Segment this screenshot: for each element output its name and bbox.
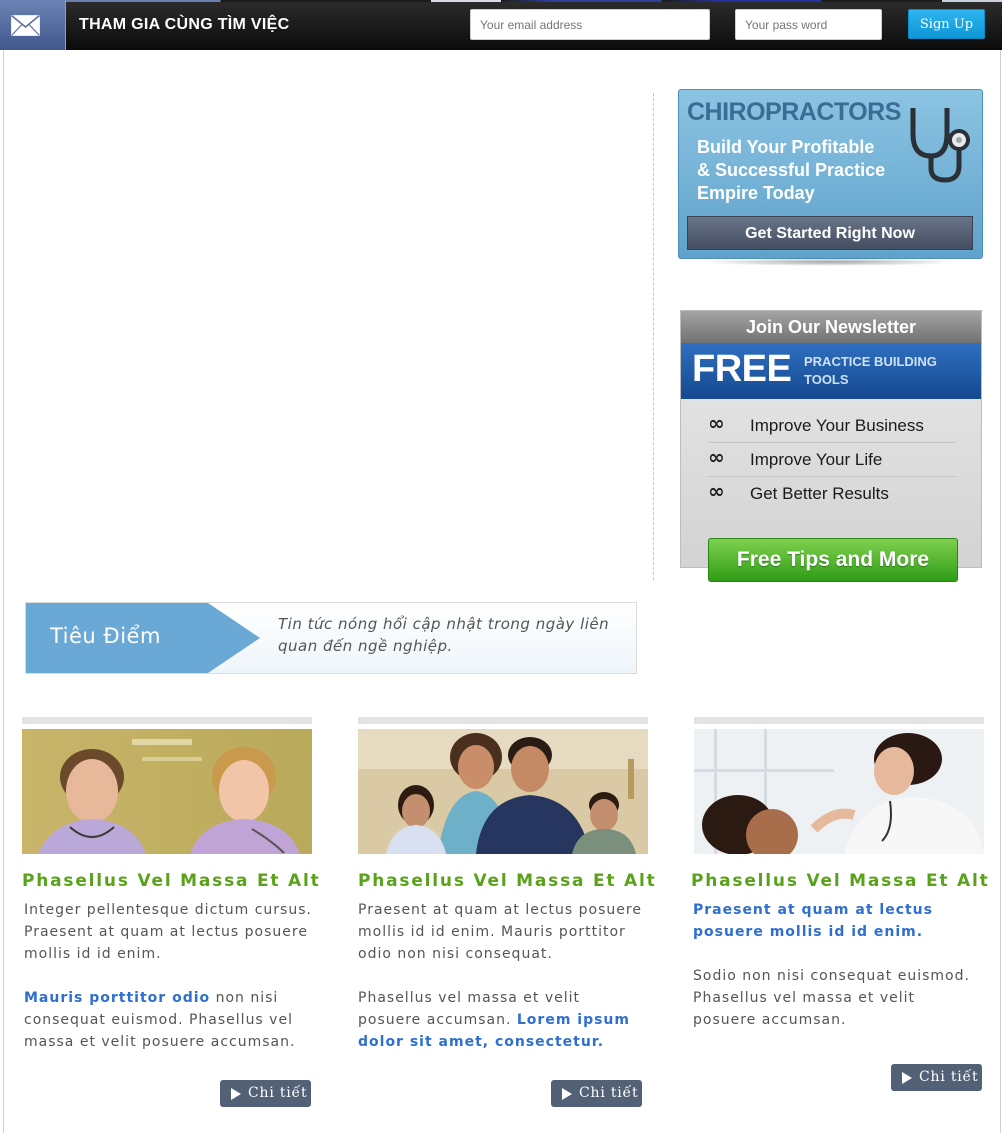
- chiropractors-ad[interactable]: CHIROPRACTORS Build Your Profitable & Su…: [678, 89, 983, 259]
- details-button-label: Chi tiết: [248, 1085, 308, 1101]
- list-item-text: Get Better Results: [750, 484, 889, 503]
- details-button[interactable]: Chi tiết: [891, 1064, 982, 1091]
- focus-title: Tiêu Điểm: [50, 624, 161, 648]
- list-item-text: Improve Your Life: [750, 450, 883, 469]
- frame-right-border: [1000, 50, 1001, 1133]
- card-text: Praesent at quam at lectus posuere molli…: [693, 899, 981, 1053]
- card-paragraph: Phasellus vel massa et velit posuere acc…: [358, 987, 646, 1053]
- site-title: THAM GIA CÙNG TÌM VIỆC: [79, 16, 290, 33]
- card-photo-doctor: [694, 729, 984, 854]
- card-title[interactable]: Phasellus Vel Massa Et Alt: [691, 871, 991, 891]
- card-text: Integer pellentesque dictum cursus. Prae…: [24, 899, 312, 1075]
- play-icon: [562, 1088, 572, 1100]
- stethoscope-icon: [910, 108, 970, 183]
- card-title[interactable]: Phasellus Vel Massa Et Alt: [358, 871, 658, 891]
- free-tools-banner: FREE PRACTICE BUILDING TOOLS: [681, 343, 981, 399]
- top-bar: THAM GIA CÙNG TÌM VIỆC Sign Up: [0, 0, 1002, 50]
- frame-left-border: [3, 50, 4, 1133]
- play-icon: [902, 1072, 912, 1084]
- ad-line: & Successful Practice: [697, 160, 886, 180]
- card-paragraph: Praesent at quam at lectus posuere molli…: [693, 899, 981, 943]
- card-paragraph: Sodio non nisi consequat euismod. Phasel…: [693, 968, 970, 1028]
- newsletter-ad: Join Our Newsletter FREE PRACTICE BUILDI…: [680, 310, 982, 582]
- details-button[interactable]: Chi tiết: [551, 1080, 642, 1107]
- news-card: Phasellus Vel Massa Et Alt Praesent at q…: [691, 717, 988, 1117]
- password-input[interactable]: [735, 9, 882, 40]
- tools-label: PRACTICE BUILDING TOOLS: [804, 354, 937, 387]
- card-link[interactable]: Mauris porttitor odio: [24, 990, 210, 1006]
- card-paragraph: Mauris porttitor odio non nisi consequat…: [24, 987, 312, 1053]
- card-photo-family: [358, 729, 648, 854]
- top-strip: [0, 0, 1002, 2]
- focus-description: Tin tức nóng hổi cập nhật trong ngày liê…: [278, 615, 610, 655]
- play-icon: [231, 1088, 241, 1100]
- news-card: Phasellus Vel Massa Et Alt Praesent at q…: [358, 717, 655, 1117]
- card-link[interactable]: Praesent at quam at lectus posuere molli…: [693, 902, 933, 940]
- card-paragraph: Integer pellentesque dictum cursus. Prae…: [24, 902, 312, 962]
- focus-banner: Tiêu Điểm Tin tức nóng hổi cập nhật tron…: [25, 602, 637, 674]
- mail-icon-box[interactable]: [0, 0, 66, 50]
- ad-line: Build Your Profitable: [697, 137, 875, 157]
- card-top-bar: [22, 717, 312, 724]
- list-item-text: Improve Your Business: [750, 416, 924, 435]
- details-button[interactable]: Chi tiết: [220, 1080, 311, 1107]
- ad-body: Build Your Profitable & Successful Pract…: [697, 136, 907, 205]
- free-tips-button[interactable]: Free Tips and More: [708, 538, 958, 582]
- news-card: Phasellus Vel Massa Et Alt Integer pelle…: [22, 717, 319, 1117]
- card-paragraph: Praesent at quam at lectus posuere molli…: [358, 902, 642, 962]
- column-divider: [653, 93, 654, 580]
- card-photo-nurses: [22, 729, 312, 854]
- email-input[interactable]: [470, 9, 710, 40]
- list-item: ∞ Get Better Results: [708, 477, 956, 511]
- card-top-bar: [358, 717, 648, 724]
- signup-button[interactable]: Sign Up: [908, 9, 985, 39]
- list-item: ∞ Improve Your Life: [708, 443, 956, 477]
- card-title[interactable]: Phasellus Vel Massa Et Alt: [22, 871, 322, 891]
- ad-shadow: [700, 258, 960, 266]
- infinity-icon: ∞: [708, 445, 725, 469]
- newsletter-header: Join Our Newsletter: [681, 311, 981, 343]
- mail-icon: [11, 15, 40, 36]
- card-text: Praesent at quam at lectus posuere molli…: [358, 899, 646, 1075]
- list-item: ∞ Improve Your Business: [708, 409, 956, 443]
- infinity-icon: ∞: [708, 411, 725, 435]
- ad-title: CHIROPRACTORS: [687, 98, 901, 126]
- free-label: FREE: [692, 348, 792, 390]
- get-started-button[interactable]: Get Started Right Now: [687, 216, 973, 250]
- infinity-icon: ∞: [708, 479, 725, 503]
- ad-line: Empire Today: [697, 183, 815, 203]
- details-button-label: Chi tiết: [579, 1085, 639, 1101]
- newsletter-list: ∞ Improve Your Business ∞ Improve Your L…: [708, 409, 956, 511]
- details-button-label: Chi tiết: [919, 1069, 979, 1085]
- card-top-bar: [694, 717, 984, 724]
